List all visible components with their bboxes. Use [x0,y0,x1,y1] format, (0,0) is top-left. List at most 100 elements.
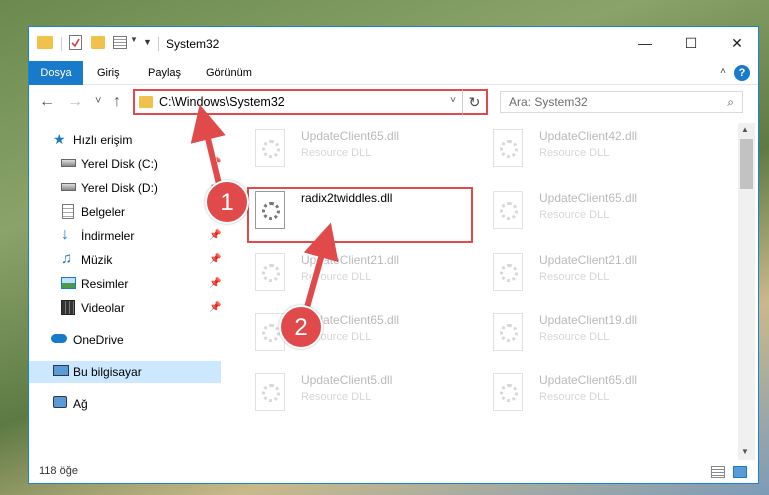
file-name: UpdateClient42.dll [539,129,638,143]
file-type: Resource DLL [539,209,610,221]
gear-icon [500,140,518,158]
pin-icon[interactable]: 📌 [209,158,221,169]
back-button[interactable]: ← [39,93,55,111]
search-box[interactable]: Ara: System32 ⌕ [500,91,743,113]
gear-icon [500,202,518,220]
gear-icon [262,264,280,282]
list-item[interactable]: UpdateClient21.dll Resource DLL [235,247,465,301]
large-icons-view-icon[interactable] [733,466,747,478]
pin-icon[interactable]: 📌 [209,230,221,241]
pin-icon[interactable]: 📌 [209,254,221,265]
item-count: 118 öğe [39,465,78,477]
sidebar-item-local-disk-d[interactable]: Yerel Disk (D:) 📌 [29,177,221,199]
sidebar-item-videos[interactable]: Videolar 📌 [29,297,221,319]
scroll-down-icon[interactable]: ▼ [741,447,749,456]
list-item[interactable]: UpdateClient21.dll Resource DLL [473,247,703,301]
address-text[interactable]: C:\Windows\System32 [159,95,285,109]
step-2-badge: 2 [279,305,323,349]
tab-view[interactable]: Görünüm [206,61,252,85]
sidebar-item-label: Yerel Disk (D:) [81,181,158,195]
sidebar-item-onedrive[interactable]: OneDrive [29,329,221,351]
star-icon: ★ [53,131,66,147]
forward-button[interactable]: → [67,93,83,111]
file-name: UpdateClient65.dll [539,373,638,387]
list-item[interactable]: UpdateClient65.dll Resource DLL [473,367,703,421]
sidebar-item-label: OneDrive [73,333,124,347]
gear-icon [500,324,518,342]
properties-icon[interactable] [69,35,82,50]
gear-icon [262,140,280,158]
file-highlight-box [247,187,473,243]
list-item[interactable]: UpdateClient42.dll Resource DLL [473,123,703,177]
pin-icon[interactable]: 📌 [209,302,221,313]
recent-locations-button[interactable]: ˅ [95,95,101,107]
explorer-window: ▼ ▼ System32 — ☐ ✕ Dosya Giriş Paylaş Gö… [28,26,759,484]
dll-file-icon [493,373,523,411]
sidebar-item-music[interactable]: ♫ Müzik 📌 [29,249,221,271]
new-folder-icon[interactable] [91,36,105,49]
list-item[interactable]: UpdateClient19.dll Resource DLL [473,307,703,361]
sidebar-item-this-pc[interactable]: Bu bilgisayar [29,361,221,383]
list-item[interactable]: UpdateClient65.dll Resource DLL [473,185,703,239]
list-item[interactable]: UpdateClient65.dll Resource DLL [235,307,465,361]
gear-icon [262,324,280,342]
sidebar-item-label: Ağ [73,397,88,411]
tab-share[interactable]: Paylaş [148,61,181,85]
sidebar-item-label: Resimler [81,277,129,291]
sidebar-item-local-disk-c[interactable]: Yerel Disk (C:) 📌 [29,153,221,175]
file-name: UpdateClient5.dll [301,373,393,387]
dll-file-icon [493,313,523,351]
close-button[interactable]: ✕ [714,27,758,59]
maximize-button[interactable]: ☐ [668,27,714,59]
file-list: UpdateClient65.dll Resource DLL radix2tw… [225,123,737,460]
folder-icon [139,96,153,108]
scroll-up-icon[interactable]: ▲ [741,125,749,134]
pin-icon[interactable]: 📌 [209,278,221,289]
file-type: Resource DLL [539,331,610,343]
customize-qa-icon[interactable]: ▼ [143,37,159,53]
file-type: Resource DLL [539,271,610,283]
sidebar-item-label: Hızlı erişim [73,133,133,147]
tab-home[interactable]: Giriş [97,61,120,85]
address-bar[interactable]: C:\Windows\System32 ˅ [133,89,488,115]
sidebar-item-label: Yerel Disk (C:) [81,157,158,171]
address-dropdown-icon[interactable]: ˅ [450,95,456,106]
refresh-button[interactable]: ↻ [462,89,488,115]
sidebar-item-label: Videolar [81,301,125,315]
search-input[interactable]: Ara: System32 [509,95,588,109]
gear-icon [262,384,280,402]
file-name: UpdateClient65.dll [539,191,638,205]
help-icon[interactable]: ? [734,65,750,81]
video-icon [61,300,75,315]
search-icon[interactable]: ⌕ [727,95,734,110]
sidebar-item-documents[interactable]: Belgeler 📌 [29,201,221,223]
file-name: UpdateClient21.dll [301,253,400,267]
collapse-ribbon-icon[interactable]: ˄ [720,66,726,77]
file-name: UpdateClient19.dll [539,313,638,327]
pictures-icon [61,277,76,289]
cloud-icon [51,334,67,343]
list-item[interactable]: UpdateClient5.dll Resource DLL [235,367,465,421]
sidebar-item-network[interactable]: Ağ [29,393,221,415]
sidebar-item-quick-access[interactable]: ★ Hızlı erişim [29,129,221,151]
sidebar-item-downloads[interactable]: ↓ İndirmeler 📌 [29,225,221,247]
file-type: Resource DLL [301,271,372,283]
tab-file[interactable]: Dosya [29,61,83,85]
step-1-badge: 1 [205,180,249,224]
sidebar-item-pictures[interactable]: Resimler 📌 [29,273,221,295]
file-type: Resource DLL [301,391,372,403]
title-separator [158,37,159,51]
scroll-thumb[interactable] [740,139,753,189]
details-view-icon[interactable] [711,466,725,478]
up-button[interactable]: ↑ [113,93,121,111]
gear-icon [500,384,518,402]
folder-icon [37,36,53,49]
file-name: UpdateClient21.dll [539,253,638,267]
file-type: Resource DLL [539,147,610,159]
computer-icon [53,365,69,376]
vertical-scrollbar[interactable]: ▲ ▼ [738,123,755,460]
minimize-button[interactable]: — [622,27,668,59]
view-options-icon[interactable] [113,36,127,49]
list-item[interactable]: UpdateClient65.dll Resource DLL [235,123,465,177]
file-type: Resource DLL [539,391,610,403]
